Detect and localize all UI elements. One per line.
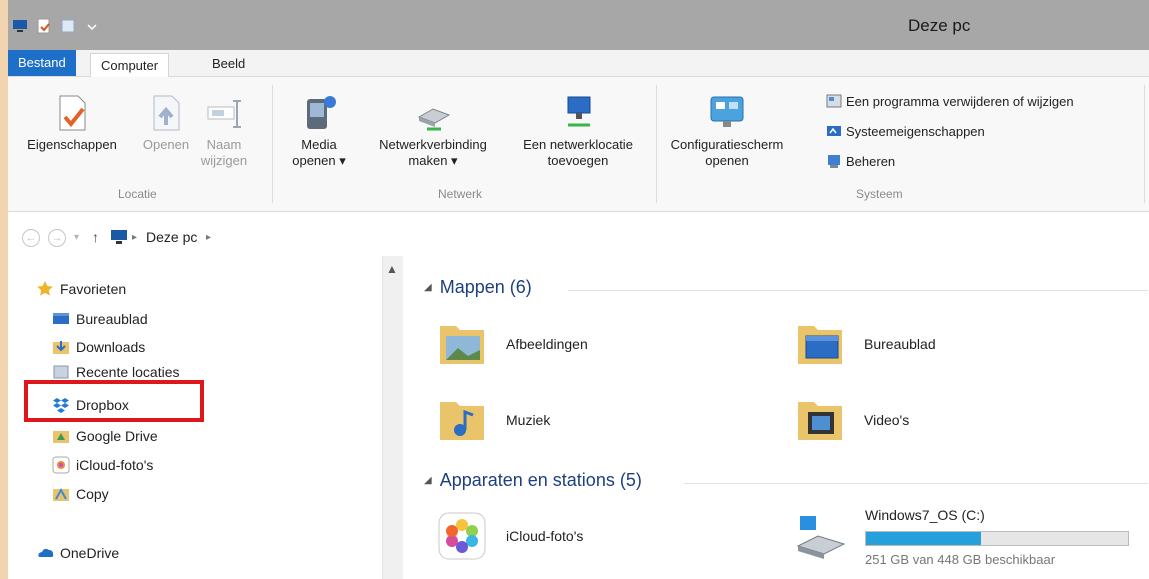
hard-drive-icon (794, 510, 846, 562)
star-icon (36, 280, 54, 298)
uninstall-icon (826, 93, 842, 109)
explorer-window: Deze pc Bestand Computer Beeld Eigenscha… (8, 0, 1149, 579)
breadcrumb-deze-pc[interactable]: Deze pc (146, 229, 197, 245)
control-panel-icon (707, 93, 747, 133)
pictures-folder-icon (436, 318, 488, 370)
section-header-apparaten[interactable]: ◢ Apparaten en stations (5) (424, 470, 642, 491)
drive-label: Windows7_OS (C:) (865, 507, 985, 523)
window-title: Deze pc (908, 16, 971, 35)
programma-verwijderen-button[interactable]: Een programma verwijderen of wijzigen (826, 93, 1074, 109)
drive-usage-bar (865, 531, 1129, 546)
title-bar: Deze pc (8, 0, 1149, 50)
tab-beeld[interactable]: Beeld (202, 52, 255, 76)
desktop-icon (52, 310, 70, 328)
computer-icon[interactable] (12, 18, 28, 34)
nav-item-icloud-fotos[interactable]: iCloud-foto's (52, 454, 153, 476)
nav-item-recente-locaties[interactable]: Recente locaties (52, 364, 180, 380)
nav-item-downloads[interactable]: Downloads (52, 336, 145, 358)
network-location-icon (558, 93, 598, 133)
manage-icon (826, 153, 842, 169)
nav-item-copy[interactable]: Copy (52, 483, 109, 505)
copy-folder-icon (52, 485, 70, 503)
collapse-triangle-icon: ◢ (424, 475, 432, 486)
media-openen-button[interactable]: Media openen ▾ (282, 93, 356, 169)
netwerklocatie-toevoegen-button[interactable]: Een netwerklocatie toevoegen (506, 93, 650, 169)
tab-computer[interactable]: Computer (90, 53, 170, 78)
naam-wijzigen-button[interactable]: Naam wijzigen (198, 93, 250, 169)
section-header-mappen[interactable]: ◢ Mappen (6) (424, 277, 532, 298)
folder-tile-videos[interactable]: Video's (794, 394, 909, 446)
nav-item-favorieten[interactable]: Favorieten (36, 278, 126, 300)
breadcrumb-separator-icon[interactable]: ▸ (132, 232, 137, 243)
chevron-down-icon[interactable] (84, 18, 100, 34)
system-properties-icon (826, 123, 842, 139)
music-folder-icon (436, 394, 488, 446)
onedrive-icon (36, 544, 54, 562)
configuratiescherm-openen-button[interactable]: Configuratiescherm openen (664, 93, 790, 169)
section-divider (568, 290, 1148, 291)
device-tile-windows7-os[interactable] (794, 510, 864, 562)
desktop-folder-icon (794, 318, 846, 370)
highlight-box (24, 380, 204, 422)
group-divider (656, 85, 657, 203)
forward-arrow-icon[interactable]: → (48, 229, 66, 247)
folder-tile-bureaublad[interactable]: Bureaublad (794, 318, 936, 370)
device-tile-icloud-fotos[interactable]: iCloud-foto's (436, 510, 583, 562)
nav-item-bureaublad[interactable]: Bureaublad (52, 308, 148, 330)
beheren-button[interactable]: Beheren (826, 153, 895, 169)
drive-usage-fill (866, 532, 982, 545)
back-arrow-icon[interactable]: ← (22, 229, 40, 247)
tab-bestand[interactable]: Bestand (8, 50, 76, 76)
eigenschappen-button[interactable]: Eigenschappen (8, 93, 136, 153)
rename-icon (204, 93, 244, 133)
nav-scrollbar[interactable] (382, 256, 403, 579)
collapse-triangle-icon: ◢ (424, 282, 432, 293)
nav-item-onedrive[interactable]: OneDrive (36, 542, 119, 564)
group-label-netwerk: Netwerk (438, 187, 483, 201)
icloud-photos-icon (436, 510, 488, 562)
nav-item-google-drive[interactable]: Google Drive (52, 425, 158, 447)
google-drive-folder-icon (52, 427, 70, 445)
folder-tile-afbeeldingen[interactable]: Afbeeldingen (436, 318, 588, 370)
scroll-up-arrow-icon[interactable]: ▲ (386, 262, 398, 276)
download-folder-icon (52, 338, 70, 356)
section-divider (684, 483, 1148, 484)
group-divider (272, 85, 273, 203)
folder-tile-muziek[interactable]: Muziek (436, 394, 550, 446)
systeemeigenschappen-button[interactable]: Systeemeigenschappen (826, 123, 985, 139)
new-folder-icon[interactable] (60, 18, 76, 34)
quick-access-toolbar (12, 18, 100, 34)
properties-icon (52, 93, 92, 133)
breadcrumb-separator-icon[interactable]: ▸ (206, 232, 211, 243)
network-drive-icon (413, 93, 453, 133)
group-divider (1144, 85, 1145, 203)
drive-free-space: 251 GB van 448 GB beschikbaar (865, 552, 1056, 567)
open-icon (146, 93, 186, 133)
openen-button[interactable]: Openen (136, 93, 196, 153)
computer-icon (110, 228, 128, 249)
video-folder-icon (794, 394, 846, 446)
icloud-photos-icon (52, 456, 70, 474)
recent-locations-icon (52, 364, 70, 380)
properties-icon[interactable] (36, 18, 52, 34)
group-label-locatie: Locatie (118, 187, 157, 201)
ribbon-tabs: Bestand Computer Beeld (8, 50, 1149, 78)
group-label-systeem: Systeem (856, 187, 903, 201)
ribbon: Eigenschappen Openen Naam wijzigen Locat… (8, 77, 1149, 212)
netwerkverbinding-maken-button[interactable]: Netwerkverbinding maken ▾ (358, 93, 508, 169)
media-icon (299, 93, 339, 133)
recent-locations-chevron-icon[interactable]: ▾ (74, 232, 79, 243)
up-arrow-icon[interactable]: ↑ (92, 229, 99, 245)
